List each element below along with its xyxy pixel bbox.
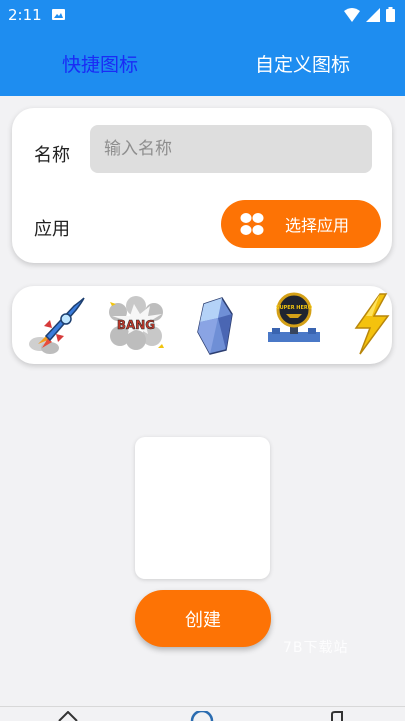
bang-text: BANG	[117, 318, 155, 332]
battery-icon	[386, 7, 395, 22]
app-label: 应用	[34, 219, 70, 240]
rocket-icon[interactable]	[26, 292, 90, 356]
create-button[interactable]: 创建	[135, 590, 271, 647]
icon-preview	[135, 437, 270, 579]
choose-app-label: 选择应用	[285, 216, 350, 235]
image-notification-icon	[52, 9, 65, 20]
super-hero-text: SUPER HERO	[276, 305, 312, 311]
signal-icon	[366, 7, 380, 22]
name-label: 名称	[34, 145, 70, 166]
name-input[interactable]	[90, 125, 372, 173]
navigation-bar	[0, 706, 405, 721]
status-time: 2:11	[8, 6, 42, 24]
tab-quick-icon[interactable]: 快捷图标	[62, 50, 138, 77]
lightning-icon[interactable]	[340, 292, 404, 356]
watermark: 7B下载站	[283, 640, 349, 656]
shortcut-form-card: 名称 应用 选择应用	[12, 108, 392, 263]
tab-custom-icon[interactable]: 自定义图标	[255, 50, 350, 77]
crystal-icon[interactable]	[182, 292, 246, 356]
status-bar: 2:11	[0, 0, 405, 30]
bang-comic-icon[interactable]: BANG	[104, 292, 168, 356]
super-hero-badge-icon[interactable]: SUPER HERO	[262, 292, 326, 356]
choose-app-button[interactable]: 选择应用	[221, 200, 381, 248]
app-grid-icon	[240, 213, 264, 235]
icon-picker-card: BANG SUPER HERO	[12, 286, 392, 364]
app-bar: 2:11 快捷图标 自定义图标	[0, 0, 405, 96]
wifi-icon	[344, 7, 360, 22]
